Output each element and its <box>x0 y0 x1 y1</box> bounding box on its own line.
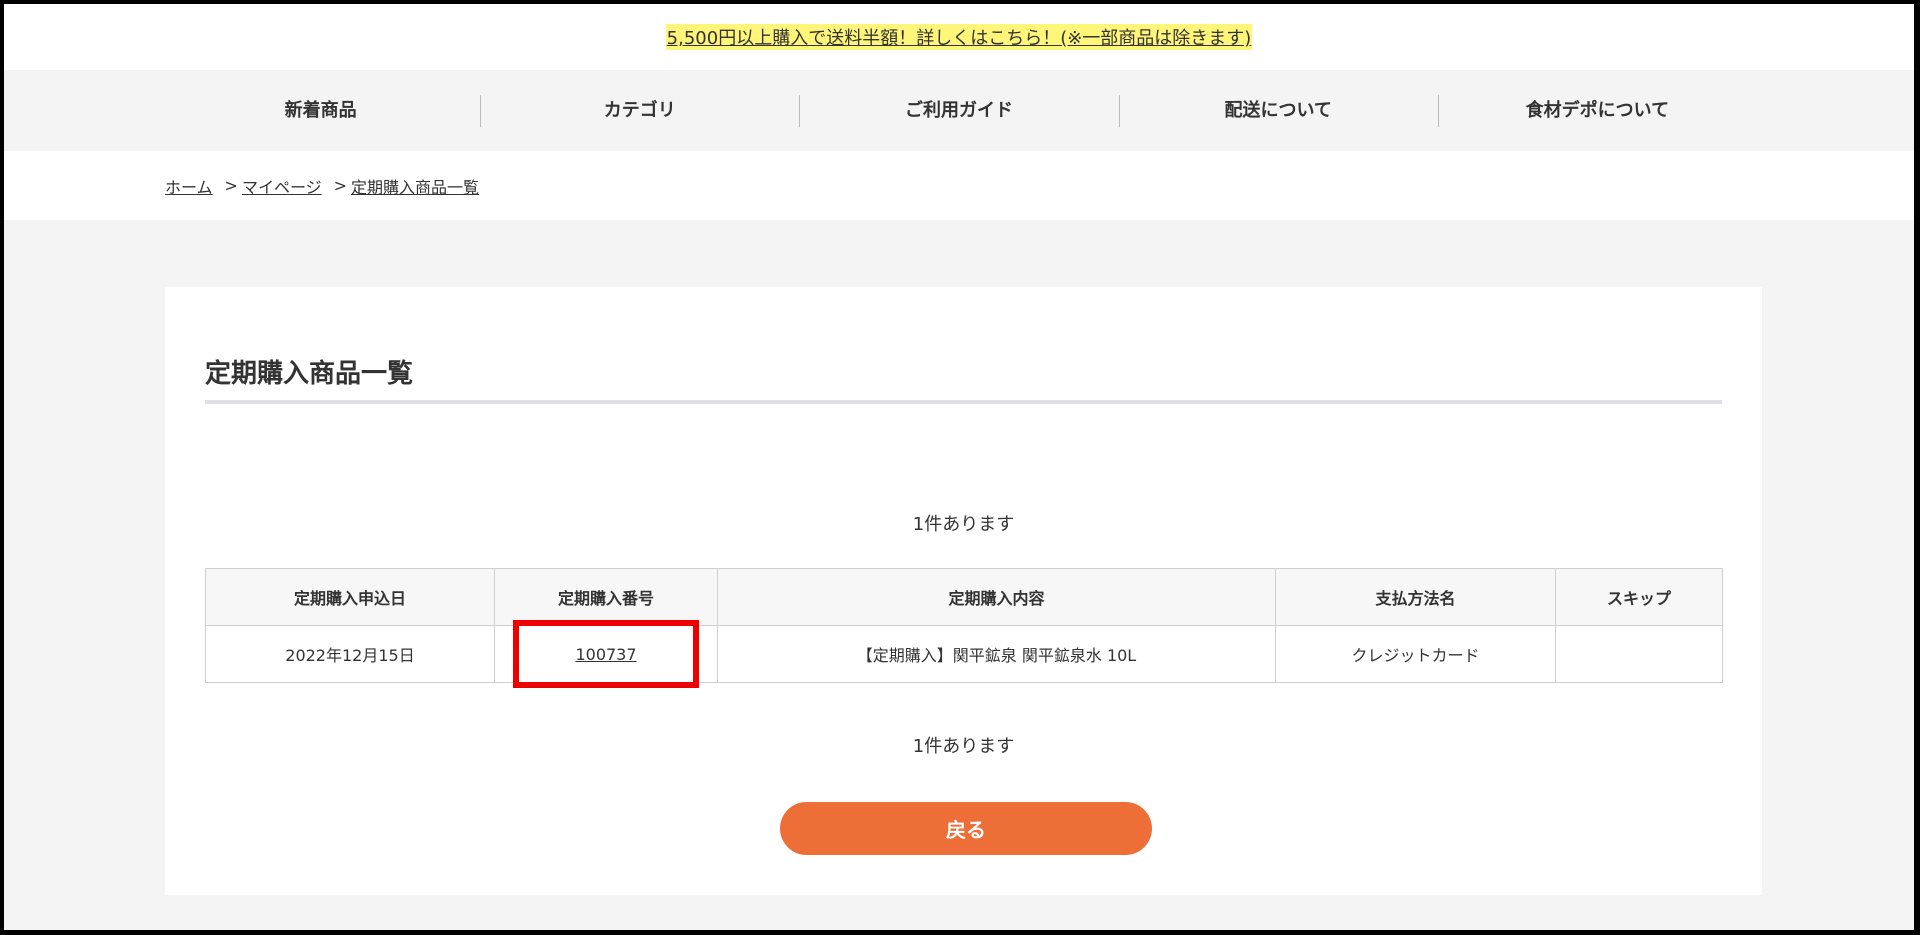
announcement-bar: 5,500円以上購入で送料半額！詳しくはこちら！(※一部商品は除きます) <box>4 4 1914 70</box>
title-divider <box>205 400 1722 404</box>
breadcrumb-current[interactable]: 定期購入商品一覧 <box>351 174 479 198</box>
column-header-date: 定期購入申込日 <box>205 568 495 626</box>
nav-item-category[interactable]: カテゴリ <box>480 94 799 127</box>
cell-date: 2022年12月15日 <box>205 625 495 683</box>
global-nav-list: 新着商品 カテゴリ ご利用ガイド 配送について 食材デポについて <box>161 94 1757 127</box>
nav-item-shipping[interactable]: 配送について <box>1118 94 1438 127</box>
breadcrumb: ホーム > マイページ > 定期購入商品一覧 <box>165 174 479 198</box>
result-count-bottom: 1件あります <box>912 736 1015 757</box>
cell-skip <box>1555 625 1723 683</box>
breadcrumb-separator: > <box>333 176 348 195</box>
breadcrumb-separator: > <box>224 176 238 195</box>
announcement-link[interactable]: 5,500円以上購入で送料半額！詳しくはこちら！(※一部商品は除きます) <box>665 24 1253 50</box>
cell-number: 100737 <box>494 620 718 688</box>
subscription-list-card: 定期購入商品一覧 1件あります 定期購入申込日 定期購入番号 定期購入内容 支払… <box>165 287 1762 895</box>
global-nav: 新着商品 カテゴリ ご利用ガイド 配送について 食材デポについて <box>4 70 1914 151</box>
back-button[interactable]: 戻る <box>780 802 1152 855</box>
page-frame: 5,500円以上購入で送料半額！詳しくはこちら！(※一部商品は除きます) 新着商… <box>4 4 1914 930</box>
table-row: 2022年12月15日 100737 【定期購入】関平鉱泉 関平鉱泉水 10L … <box>205 620 1723 688</box>
nav-item-new-products[interactable]: 新着商品 <box>161 95 480 127</box>
result-count-top: 1件あります <box>912 514 1015 535</box>
column-header-number: 定期購入番号 <box>494 568 718 626</box>
column-header-skip: スキップ <box>1555 568 1723 626</box>
column-header-content: 定期購入内容 <box>717 568 1276 626</box>
subscription-number-link[interactable]: 100737 <box>575 645 636 664</box>
breadcrumb-mypage[interactable]: マイページ <box>242 174 322 198</box>
breadcrumb-home[interactable]: ホーム <box>165 174 213 198</box>
cell-payment: クレジットカード <box>1275 625 1556 683</box>
subscription-table: 定期購入申込日 定期購入番号 定期購入内容 支払方法名 スキップ 2022年12… <box>205 568 1723 688</box>
cell-content: 【定期購入】関平鉱泉 関平鉱泉水 10L <box>717 625 1276 683</box>
table-header-row: 定期購入申込日 定期購入番号 定期購入内容 支払方法名 スキップ <box>205 568 1723 626</box>
nav-item-about[interactable]: 食材デポについて <box>1437 94 1757 127</box>
column-header-payment: 支払方法名 <box>1275 568 1556 626</box>
breadcrumb-bar: ホーム > マイページ > 定期購入商品一覧 <box>4 151 1914 220</box>
nav-item-guide[interactable]: ご利用ガイド <box>799 94 1118 127</box>
page-title: 定期購入商品一覧 <box>205 359 414 389</box>
